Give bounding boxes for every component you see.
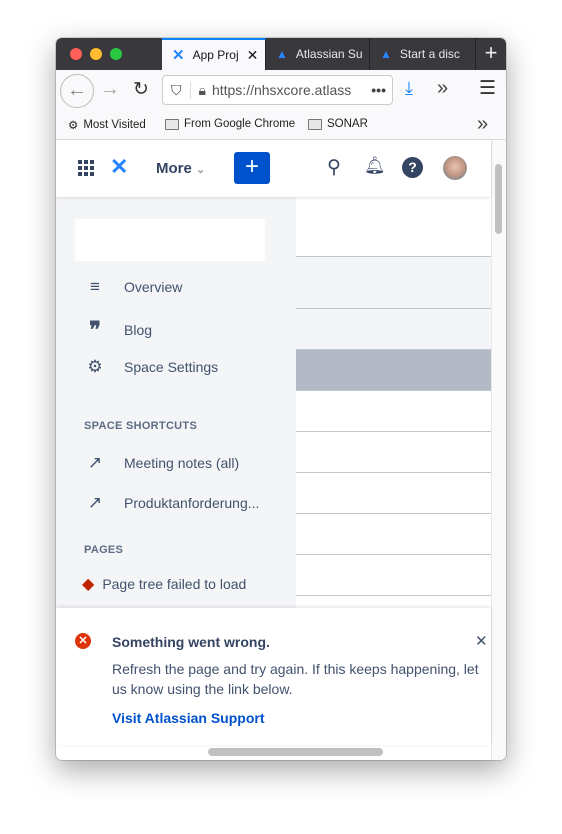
bookmark-sonar[interactable]: SONAR (308, 118, 368, 130)
forward-button[interactable]: → (100, 78, 120, 101)
page-actions-icon[interactable]: ••• (365, 82, 392, 98)
shortcut-label: Produktanforderung... (124, 495, 260, 511)
lines-icon: ≡ (90, 277, 100, 296)
create-button[interactable]: + (234, 152, 270, 184)
lock-icon: 🔒︎ (198, 81, 206, 98)
error-icon: ✕ (75, 633, 91, 649)
more-menu[interactable]: More ⌄ (156, 160, 205, 177)
section-heading-pages: PAGES (84, 544, 124, 556)
sidebar-item-label: Blog (124, 322, 153, 338)
content-row (296, 309, 491, 350)
bookmark-label: From Google Chrome (184, 118, 296, 130)
overflow-icon[interactable]: » (437, 77, 448, 100)
close-tab-icon[interactable]: ✕ (247, 47, 259, 64)
bookmark-label: Most Visited (83, 119, 146, 131)
confluence-header: ✕ More ⌄ + ⚲ 🔔︎ ? (56, 140, 491, 197)
tab-bar: ✕ App Proj ✕ ▲ Atlassian Su ▲ Start a di… (56, 38, 506, 70)
shield-icon: ⛉ (163, 81, 191, 99)
space-logo-placeholder (75, 219, 265, 261)
folder-icon (165, 118, 179, 130)
vertical-scrollbar[interactable] (491, 140, 506, 760)
avatar[interactable] (443, 156, 467, 180)
sidebar-item-blog[interactable]: ❞ Blog (84, 317, 152, 343)
section-heading-shortcuts: SPACE SHORTCUTS (84, 420, 198, 432)
search-icon[interactable]: ⚲ (327, 156, 341, 179)
bookmark-from-google-chrome[interactable]: From Google Chrome (165, 118, 295, 130)
page-tree-error: ◆ Page tree failed to load (82, 574, 246, 594)
browser-window: ✕ App Proj ✕ ▲ Atlassian Su ▲ Start a di… (56, 38, 506, 760)
new-tab-button[interactable]: + (476, 40, 506, 66)
content-row (296, 514, 491, 555)
help-icon[interactable]: ? (402, 157, 423, 178)
tab-atlassian-support[interactable]: ▲ Atlassian Su (266, 38, 370, 70)
bookmark-most-visited[interactable]: ⚙ Most Visited (68, 118, 146, 132)
content-row-selected (296, 350, 491, 391)
external-link-icon: ↗ (87, 453, 103, 472)
scrollbar-thumb[interactable] (495, 164, 502, 234)
url-text: https://nhsxcore.atlass (211, 82, 352, 98)
content-row (296, 473, 491, 514)
more-label: More (156, 160, 192, 177)
back-button[interactable]: ← (60, 74, 94, 108)
tab-label: Atlassian Su (295, 47, 363, 61)
download-icon[interactable]: ⤓ (405, 78, 413, 99)
close-flag-icon[interactable]: ✕ (475, 632, 488, 650)
content-row (296, 197, 491, 257)
page-tree-error-text: Page tree failed to load (102, 576, 247, 592)
folder-icon (308, 118, 322, 130)
notifications-bell-icon[interactable]: 🔔︎ (364, 156, 386, 176)
bookmarks-bar: ⚙ Most Visited From Google Chrome SONAR » (56, 112, 506, 140)
content-row (296, 391, 491, 432)
tab-label: App Proj (192, 48, 239, 62)
bookmark-label: SONAR (327, 118, 368, 130)
tab-label: Start a disc (399, 47, 460, 61)
nav-toolbar: ← → ↻ ⛉ 🔒︎ https://nhsxcore.atlass ••• ⤓… (56, 70, 506, 112)
bookmarks-overflow-icon[interactable]: » (477, 113, 488, 136)
shortcut-label: Meeting notes (all) (124, 455, 240, 471)
content-row (296, 555, 491, 596)
flag-title: Something went wrong. (112, 634, 270, 650)
gear-icon: ⚙ (87, 357, 103, 376)
confluence-logo[interactable]: ✕ (110, 154, 128, 180)
tab-app-proj[interactable]: ✕ App Proj ✕ (162, 38, 266, 70)
menu-icon[interactable]: ☰ (479, 77, 496, 100)
sidebar-item-overview[interactable]: ≡ Overview (84, 277, 182, 297)
maximize-window-button[interactable] (110, 48, 122, 60)
close-window-button[interactable] (70, 48, 82, 60)
content-row (296, 432, 491, 473)
flag-body: Refresh the page and try again. If this … (112, 661, 479, 697)
sidebar-item-space-settings[interactable]: ⚙ Space Settings (84, 357, 218, 377)
error-flag: ✕ Something went wrong. Refresh the page… (56, 608, 491, 745)
shortcut-meeting-notes[interactable]: ↗ Meeting notes (all) (84, 453, 239, 473)
quote-icon: ❞ (89, 317, 101, 342)
chevron-down-icon: ⌄ (196, 164, 206, 176)
tab-start-discussion[interactable]: ▲ Start a disc (370, 38, 476, 70)
app-switcher-icon[interactable] (78, 160, 94, 176)
sidebar-item-label: Space Settings (124, 359, 219, 375)
reload-button[interactable]: ↻ (133, 78, 149, 101)
warning-icon: ◆ (82, 576, 95, 593)
atlassian-icon: ▲ (380, 47, 392, 61)
shortcut-produktanforderung[interactable]: ↗ Produktanforderung... (84, 493, 260, 513)
content-row (296, 257, 491, 309)
sidebar-item-label: Overview (124, 279, 183, 295)
sidebar: ≡ Overview ❞ Blog ⚙ Space Settings SPACE SH… (56, 197, 296, 647)
gear-icon: ⚙ (68, 120, 79, 132)
minimize-window-button[interactable] (90, 48, 102, 60)
visit-support-link[interactable]: Visit Atlassian Support (112, 710, 264, 726)
horizontal-scrollbar-thumb[interactable] (208, 748, 383, 756)
url-bar[interactable]: ⛉ 🔒︎ https://nhsxcore.atlass ••• (162, 75, 393, 105)
atlassian-icon: ▲ (276, 47, 288, 61)
confluence-icon: ✕ (172, 47, 185, 64)
external-link-icon: ↗ (87, 493, 103, 512)
